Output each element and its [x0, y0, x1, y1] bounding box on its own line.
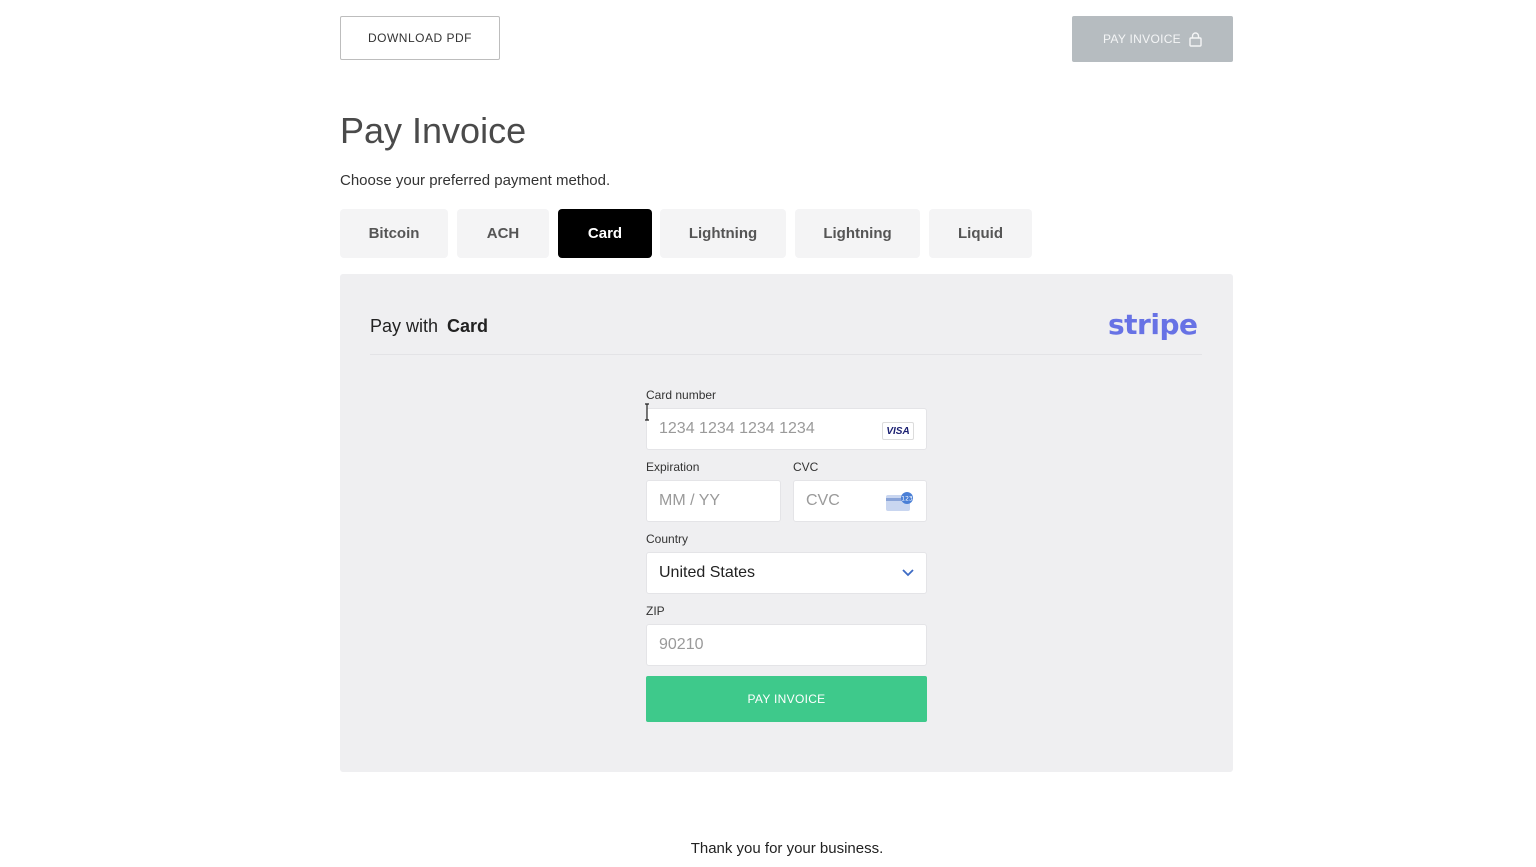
text-cursor-icon: [645, 403, 649, 421]
tab-ach[interactable]: ACH: [457, 209, 549, 258]
panel-divider: [370, 354, 1202, 355]
expiration-label: Expiration: [646, 460, 700, 474]
panel-heading-method: Card: [447, 316, 489, 336]
country-value: United States: [659, 564, 756, 581]
expiration-placeholder: MM / YY: [659, 492, 721, 509]
tab-liquid[interactable]: Liquid: [929, 209, 1032, 258]
country-label: Country: [646, 532, 689, 546]
panel-heading: Pay with Card: [370, 316, 488, 337]
panel-heading-prefix: Pay with: [370, 316, 439, 336]
cvc-label: CVC: [793, 460, 819, 474]
tab-label: Card: [587, 225, 623, 242]
tab-card[interactable]: Card: [558, 209, 652, 258]
chevron-down-icon: [902, 569, 914, 577]
card-number-label: Card number: [646, 388, 717, 402]
cvc-card-icon: 123: [886, 492, 913, 511]
download-pdf-label: DOWNLOAD PDF: [367, 31, 472, 45]
pay-invoice-submit-button[interactable]: PAY INVOICE: [646, 676, 927, 722]
lock-icon: [1189, 31, 1202, 47]
card-number-field[interactable]: 1234 1234 1234 1234 VISA: [646, 408, 927, 450]
zip-label: ZIP: [646, 604, 665, 618]
tab-label: Lightning: [688, 225, 758, 242]
svg-text:123: 123: [901, 496, 913, 503]
tab-label: Bitcoin: [368, 225, 420, 242]
page-subtitle: Choose your preferred payment method.: [340, 172, 611, 189]
country-select[interactable]: United States: [646, 552, 927, 594]
tab-lightning-2[interactable]: Lightning: [795, 209, 920, 258]
tab-label: Liquid: [958, 225, 1003, 242]
footer-thank-you: Thank you for your business.: [690, 840, 884, 857]
stripe-logo: stripe: [1108, 308, 1198, 341]
tab-label: Lightning: [823, 225, 892, 242]
invoice-page: DOWNLOAD PDF PAY INVOICE Pay Invoice Cho…: [0, 0, 1536, 867]
pay-invoice-submit-label: PAY INVOICE: [747, 692, 826, 706]
pay-invoice-top-button[interactable]: PAY INVOICE: [1072, 16, 1233, 62]
tab-label: ACH: [486, 225, 520, 242]
cvc-field[interactable]: CVC 123: [793, 480, 927, 522]
visa-brand-icon: VISA: [882, 422, 914, 440]
tab-lightning-1[interactable]: Lightning: [660, 209, 786, 258]
page-title: Pay Invoice: [340, 110, 527, 151]
download-pdf-button[interactable]: DOWNLOAD PDF: [340, 16, 500, 60]
expiration-field[interactable]: MM / YY: [646, 480, 781, 522]
zip-field[interactable]: 90210: [646, 624, 927, 666]
card-number-placeholder: 1234 1234 1234 1234: [659, 420, 815, 437]
pay-invoice-top-label: PAY INVOICE: [1103, 32, 1181, 46]
tab-bitcoin[interactable]: Bitcoin: [340, 209, 448, 258]
zip-placeholder: 90210: [659, 636, 704, 653]
cvc-placeholder: CVC: [806, 492, 840, 509]
